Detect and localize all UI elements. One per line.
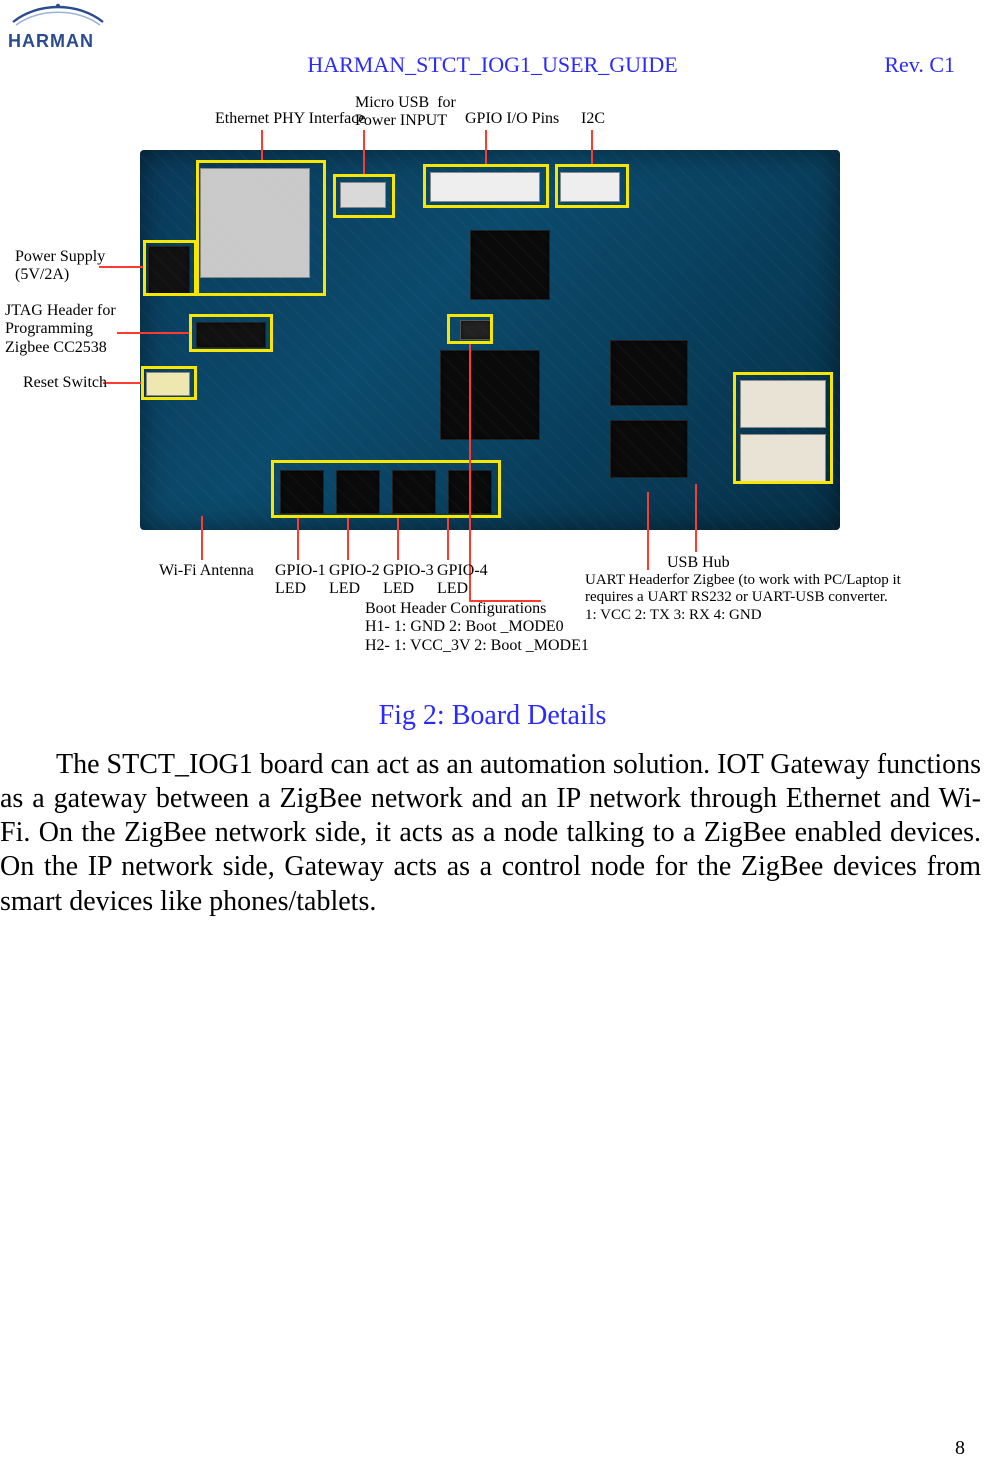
leader-line [347, 518, 349, 560]
leader-line [695, 484, 697, 552]
leader-line [103, 382, 141, 384]
document-revision: Rev. C1 [884, 52, 955, 78]
jtag-callout [189, 314, 273, 352]
label-microusb: Micro USB for Power INPUT [355, 94, 456, 131]
page-number: 8 [955, 1437, 965, 1460]
reset-callout [141, 366, 197, 400]
label-bootheader: Boot Header Configurations H1- 1: GND 2:… [365, 600, 589, 655]
label-jtag: JTAG Header for Programming Zigbee CC253… [5, 302, 116, 357]
i2c-callout [555, 164, 629, 208]
label-wifi: Wi-Fi Antenna [159, 562, 254, 580]
label-gpio2: GPIO-2 LED [329, 562, 380, 599]
board-figure: Ethernet PHY Interface Micro USB for Pow… [65, 88, 920, 648]
leader-line [647, 492, 649, 570]
leader-line [99, 266, 143, 268]
body-paragraph: The STCT_IOG1 board can act as an automa… [0, 748, 985, 919]
power-callout [143, 240, 197, 296]
page: HARMAN HARMAN_STCT_IOG1_USER_GUIDE Rev. … [0, 0, 985, 1478]
leader-line [485, 130, 487, 164]
document-title: HARMAN_STCT_IOG1_USER_GUIDE [0, 52, 985, 78]
logo-swoosh-icon [8, 0, 108, 30]
microusb-callout [333, 174, 395, 218]
leader-line [591, 130, 593, 164]
leds-callout [271, 460, 501, 518]
leader-line [261, 130, 263, 160]
usbhub-callout [733, 372, 833, 484]
leader-line [397, 518, 399, 560]
label-uart: UART Headerfor Zigbee (to work with PC/L… [585, 572, 901, 624]
label-gpio4: GPIO-4 LED [437, 562, 488, 599]
leader-line [363, 130, 365, 174]
leader-line [201, 516, 203, 560]
leader-line [447, 518, 449, 560]
figure-caption: Fig 2: Board Details [0, 700, 985, 732]
label-i2c: I2C [581, 110, 605, 128]
leader-line [297, 518, 299, 560]
ethernet-callout [196, 160, 326, 296]
label-power: Power Supply (5V/2A) [15, 248, 105, 285]
gpio-callout [423, 164, 549, 208]
bootheader-callout [447, 314, 493, 344]
label-gpio3: GPIO-3 LED [383, 562, 434, 599]
label-usbhub: USB Hub [667, 554, 730, 572]
harman-logo: HARMAN [8, 0, 118, 52]
leader-line [117, 332, 189, 334]
label-gpio1: GPIO-1 LED [275, 562, 326, 599]
label-gpio-io: GPIO I/O Pins [465, 110, 559, 128]
label-reset: Reset Switch [23, 374, 107, 392]
label-ethernet: Ethernet PHY Interface [215, 110, 365, 128]
logo-text: HARMAN [8, 31, 118, 52]
